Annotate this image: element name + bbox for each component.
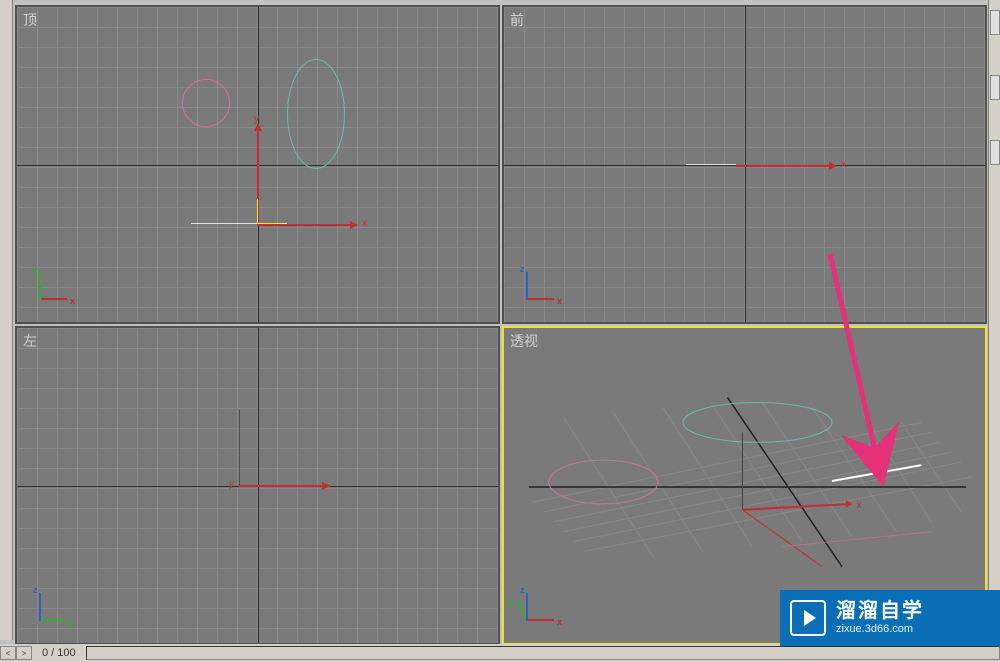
watermark-title: 溜溜自学: [836, 599, 924, 623]
play-icon: [790, 600, 826, 636]
watermark-banner: 溜溜自学 zixue.3d66.com: [780, 590, 1000, 646]
command-panel-toggle[interactable]: [990, 10, 1000, 35]
shape-ellipse: [683, 403, 832, 443]
viewport-left[interactable]: 左 y y z: [15, 326, 500, 645]
viewport-axis-gizmo: y z: [27, 583, 77, 633]
frame-counter: 0 / 100: [42, 647, 76, 659]
timeline-track[interactable]: [86, 646, 1000, 660]
gizmo-label-y: y: [229, 479, 234, 490]
side-button-2[interactable]: [990, 140, 1000, 165]
gizmo-label-y: y: [254, 114, 259, 125]
side-button-1[interactable]: [990, 75, 1000, 100]
viewport-front[interactable]: 前 x x z: [502, 5, 987, 324]
right-toolbar[interactable]: [988, 0, 1000, 662]
shape-circle: [549, 460, 658, 504]
viewport-axis-gizmo: x z: [514, 262, 564, 312]
viewport-axis-gizmo: x z y: [514, 583, 564, 633]
gizmo-label-x: x: [362, 218, 367, 229]
svg-text:x: x: [857, 500, 862, 511]
annotation-arrow: [820, 250, 900, 490]
timeline-prev-button[interactable]: <: [0, 646, 16, 660]
shape-ellipse[interactable]: [287, 59, 345, 169]
left-toolbar[interactable]: [0, 0, 13, 640]
shape-circle[interactable]: [182, 79, 230, 127]
watermark-url: zixue.3d66.com: [836, 623, 924, 636]
viewport-axis-gizmo: x y: [27, 262, 77, 312]
timeline-bar[interactable]: < > 0 / 100: [0, 644, 1000, 662]
viewport-top[interactable]: 顶 x y x y: [15, 5, 500, 324]
timeline-next-button[interactable]: >: [16, 646, 32, 660]
gizmo-label-x: x: [841, 159, 846, 170]
shape-line-selected[interactable]: [686, 164, 736, 165]
